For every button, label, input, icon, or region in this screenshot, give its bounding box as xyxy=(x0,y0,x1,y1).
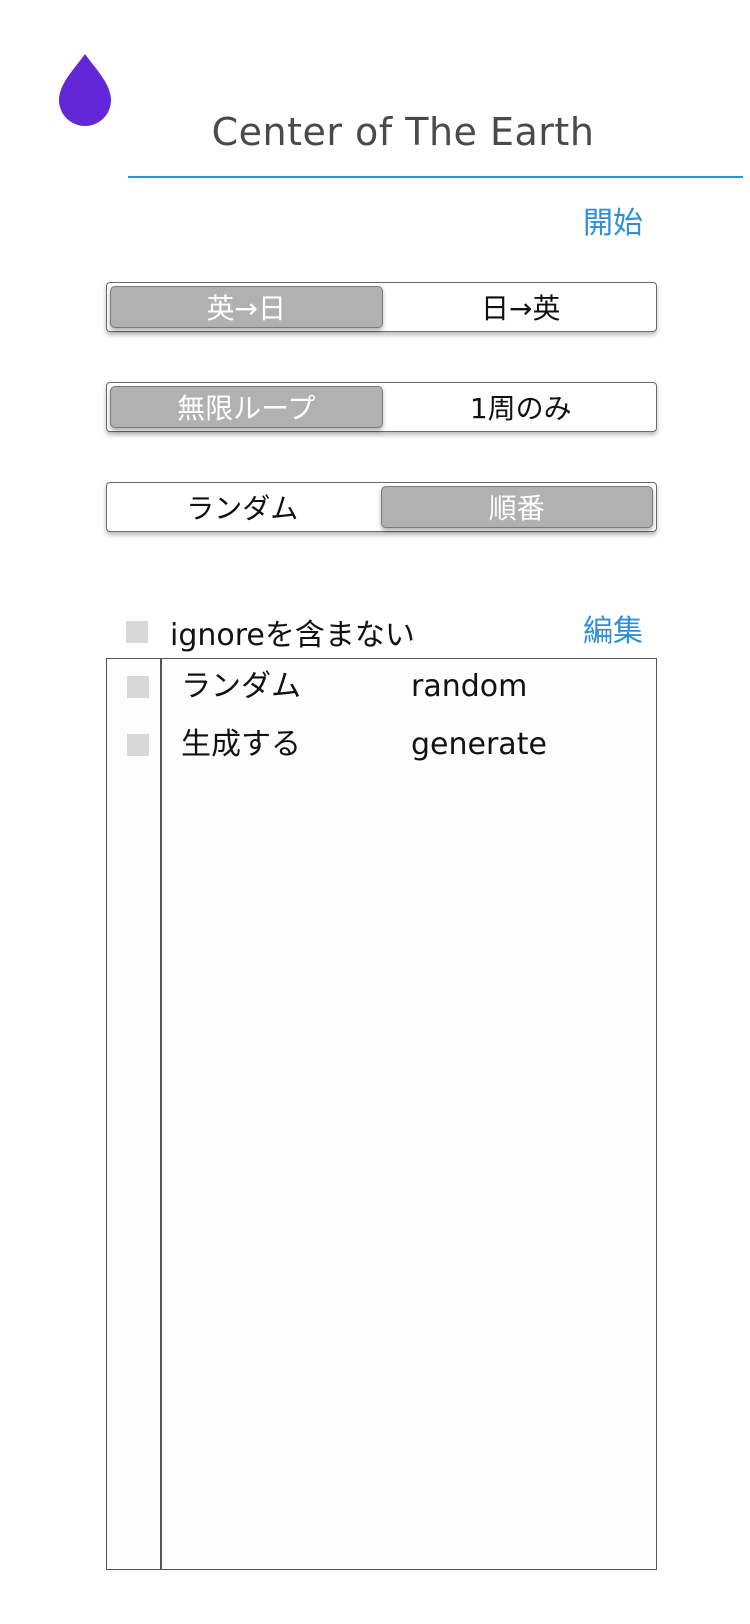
direction-option-jp-en[interactable]: 日→英 xyxy=(386,283,657,331)
word-checkbox[interactable] xyxy=(127,676,149,698)
order-option-random[interactable]: ランダム xyxy=(107,483,378,531)
ignore-label: ignoreを含まない xyxy=(170,618,415,653)
ignore-checkbox[interactable] xyxy=(126,621,148,643)
page-title: Center of The Earth xyxy=(211,110,595,154)
direction-option-en-jp[interactable]: 英→日 xyxy=(110,286,383,328)
ignore-filter-row: ignoreを含まない xyxy=(126,612,415,653)
list-divider xyxy=(160,659,162,1569)
word-english: random xyxy=(411,669,528,704)
drop-icon xyxy=(59,54,111,126)
list-item[interactable]: 生成する generate xyxy=(107,721,656,769)
direction-toggle: 英→日 日→英 xyxy=(106,282,657,332)
loop-option-once[interactable]: 1周のみ xyxy=(386,383,657,431)
list-item[interactable]: ランダム random xyxy=(107,663,656,711)
order-option-sequential[interactable]: 順番 xyxy=(380,486,653,528)
start-button[interactable]: 開始 xyxy=(583,204,643,244)
word-list: ランダム random 生成する generate xyxy=(106,658,657,1570)
word-checkbox[interactable] xyxy=(127,734,149,756)
title-underline xyxy=(128,176,743,178)
word-english: generate xyxy=(411,727,547,762)
loop-option-infinite[interactable]: 無限ループ xyxy=(110,386,383,428)
word-japanese: 生成する xyxy=(181,727,301,762)
word-japanese: ランダム xyxy=(181,669,301,704)
order-toggle: ランダム 順番 xyxy=(106,482,657,532)
edit-button[interactable]: 編集 xyxy=(583,612,643,652)
loop-toggle: 無限ループ 1周のみ xyxy=(106,382,657,432)
